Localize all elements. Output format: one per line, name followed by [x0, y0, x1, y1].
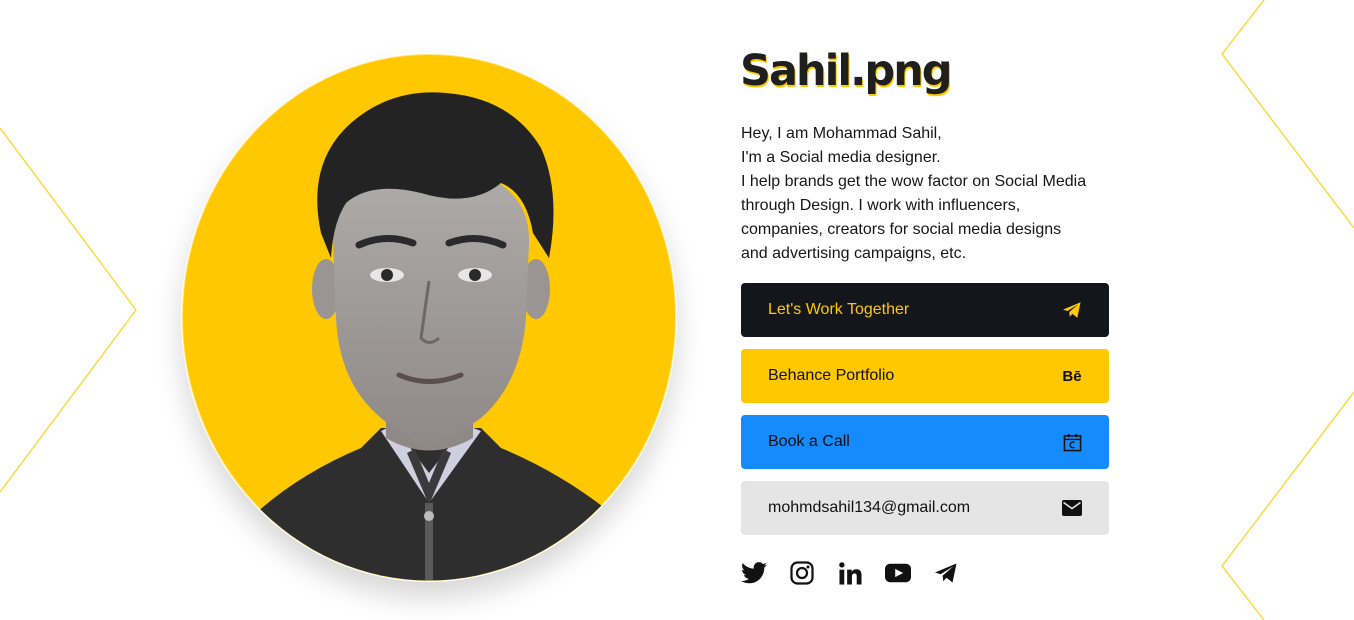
bio-line: I help brands get the wow factor on Soci… — [741, 173, 1087, 190]
page-title: Sahil.png — [740, 46, 953, 96]
telegram-icon[interactable] — [933, 560, 959, 586]
bio-line: Hey, I am Mohammad Sahil, — [741, 125, 942, 142]
youtube-icon[interactable] — [885, 560, 911, 586]
email-label: mohmdsahil134@gmail.com — [768, 499, 971, 516]
behance-icon: Bē — [1062, 367, 1082, 385]
bio-line: I'm a Social media designer. — [741, 149, 941, 166]
calendar-icon — [1061, 431, 1083, 453]
instagram-icon[interactable] — [789, 560, 815, 586]
behance-portfolio-button[interactable]: Behance Portfolio Bē — [741, 349, 1109, 403]
profile-photo — [181, 53, 677, 582]
bio-line: through Design. I work with influencers, — [741, 197, 1021, 214]
lets-work-together-button[interactable]: Let's Work Together — [741, 283, 1109, 337]
linkedin-icon[interactable] — [837, 560, 863, 586]
lets-work-together-label: Let's Work Together — [768, 301, 910, 318]
book-a-call-button[interactable]: Book a Call — [741, 415, 1109, 469]
email-button[interactable]: mohmdsahil134@gmail.com — [741, 481, 1109, 535]
social-links — [741, 560, 959, 586]
twitter-icon[interactable] — [741, 560, 767, 586]
telegram-send-icon — [1061, 299, 1083, 321]
profile-photo-illustration — [182, 54, 676, 581]
bio-line: companies, creators for social media des… — [741, 221, 1062, 238]
envelope-icon — [1061, 497, 1083, 519]
bio-text: Hey, I am Mohammad Sahil, I'm a Social m… — [741, 122, 1121, 266]
book-a-call-label: Book a Call — [768, 433, 850, 450]
behance-portfolio-label: Behance Portfolio — [768, 367, 895, 384]
bio-line: and advertising campaigns, etc. — [741, 245, 967, 262]
